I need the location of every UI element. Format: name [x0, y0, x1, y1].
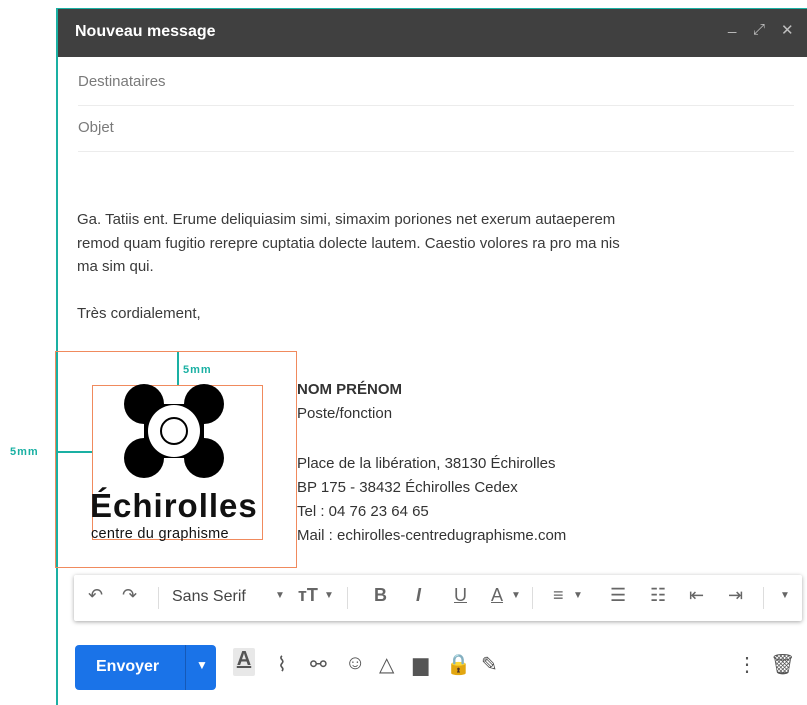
body-line-1: Ga. Tatiis ent. Erume deliquiasim simi, … — [77, 211, 616, 228]
confidential-mode-icon[interactable]: 🔒 — [446, 652, 471, 677]
body-line-2: remod quam fugitio rerepre cuptatia dole… — [77, 234, 620, 252]
formatting-toolbar: ↶ ↷ Sans Serif ▼ ᴛT ▼ B I U A ▼ ≡ ▼ ☰ ☷ … — [74, 575, 802, 621]
emoji-icon[interactable]: ☺ — [345, 652, 365, 675]
signature-address-2: BP 175 - 38432 Échirolles Cedex — [297, 479, 518, 496]
left-margin-label: 5mm — [10, 446, 39, 458]
text-color-dropdown-icon[interactable]: ▼ — [511, 590, 521, 601]
schedule-send-dropdown-icon[interactable]: ▼ — [196, 658, 208, 672]
top-margin-label: 5mm — [183, 364, 212, 376]
bulleted-list-icon[interactable]: ☷ — [650, 585, 666, 606]
close-icon[interactable]: ✕ — [781, 21, 794, 39]
signature-mail: Mail : echirolles-centredugraphisme.com — [297, 527, 567, 544]
more-options-icon[interactable]: ⋮ — [737, 652, 757, 677]
logo-tagline: centre du graphisme — [91, 526, 229, 542]
signature-phone: Tel : 04 76 23 64 65 — [297, 503, 429, 520]
discard-draft-icon[interactable]: 🗑 — [770, 652, 795, 677]
toolbar-divider — [763, 587, 764, 609]
left-margin-guide — [56, 451, 92, 453]
more-formatting-icon[interactable]: ▼ — [780, 590, 790, 601]
font-size-dropdown-icon[interactable]: ▼ — [324, 590, 334, 601]
align-dropdown-icon[interactable]: ▼ — [573, 590, 583, 601]
insert-link-icon[interactable]: ⚯ — [310, 652, 327, 677]
font-size-icon[interactable]: ᴛT — [298, 585, 318, 606]
compose-titlebar[interactable]: Nouveau message _ ⤢ ✕ — [58, 9, 807, 57]
indent-less-icon[interactable]: ⇤ — [689, 585, 704, 606]
bold-button[interactable]: B — [374, 585, 387, 606]
numbered-list-icon[interactable]: ☰ — [610, 585, 626, 606]
formatting-options-icon[interactable]: A — [233, 648, 255, 676]
redo-icon[interactable]: ↷ — [122, 585, 137, 606]
attach-file-icon[interactable]: ⌇ — [277, 652, 287, 677]
recipients-field[interactable]: Destinataires — [78, 59, 794, 106]
signature-address-1: Place de la libération, 38130 Échirolles — [297, 455, 556, 472]
toolbar-divider — [532, 587, 533, 609]
align-icon[interactable]: ≡ — [553, 585, 564, 606]
send-label: Envoyer — [96, 658, 160, 675]
send-divider — [185, 645, 186, 690]
logo-name: Échirolles — [90, 487, 258, 524]
message-body[interactable]: Ga. Tatiis ent. Erume deliquiasim simi, … — [77, 208, 620, 325]
signature-pen-icon[interactable]: ✎ — [481, 652, 498, 677]
signature-name: NOM PRÉNOM — [297, 381, 402, 398]
undo-icon[interactable]: ↶ — [88, 585, 103, 606]
minimize-icon[interactable]: _ — [728, 17, 736, 34]
indent-more-icon[interactable]: ⇥ — [728, 585, 743, 606]
italic-button[interactable]: I — [416, 585, 421, 606]
send-button[interactable]: Envoyer ▼ — [75, 645, 216, 690]
text-color-button[interactable]: A — [491, 585, 503, 606]
fullscreen-icon[interactable]: ⤢ — [753, 21, 765, 38]
drive-icon[interactable]: △ — [379, 652, 394, 677]
toolbar-divider — [158, 587, 159, 609]
subject-field[interactable]: Objet — [78, 105, 794, 152]
compose-title: Nouveau message — [75, 23, 216, 40]
signature-position: Poste/fonction — [297, 405, 393, 422]
underline-button[interactable]: U — [454, 585, 467, 606]
font-family-select[interactable]: Sans Serif — [172, 588, 246, 606]
top-margin-guide — [177, 352, 179, 385]
font-dropdown-icon[interactable]: ▼ — [275, 590, 285, 601]
closing-line: Très cordialement, — [77, 304, 201, 322]
insert-photo-icon[interactable]: ▆ — [413, 652, 428, 677]
toolbar-divider — [347, 587, 348, 609]
body-line-3: ma sim qui. — [77, 258, 154, 275]
echirolles-logo-icon — [124, 384, 224, 478]
